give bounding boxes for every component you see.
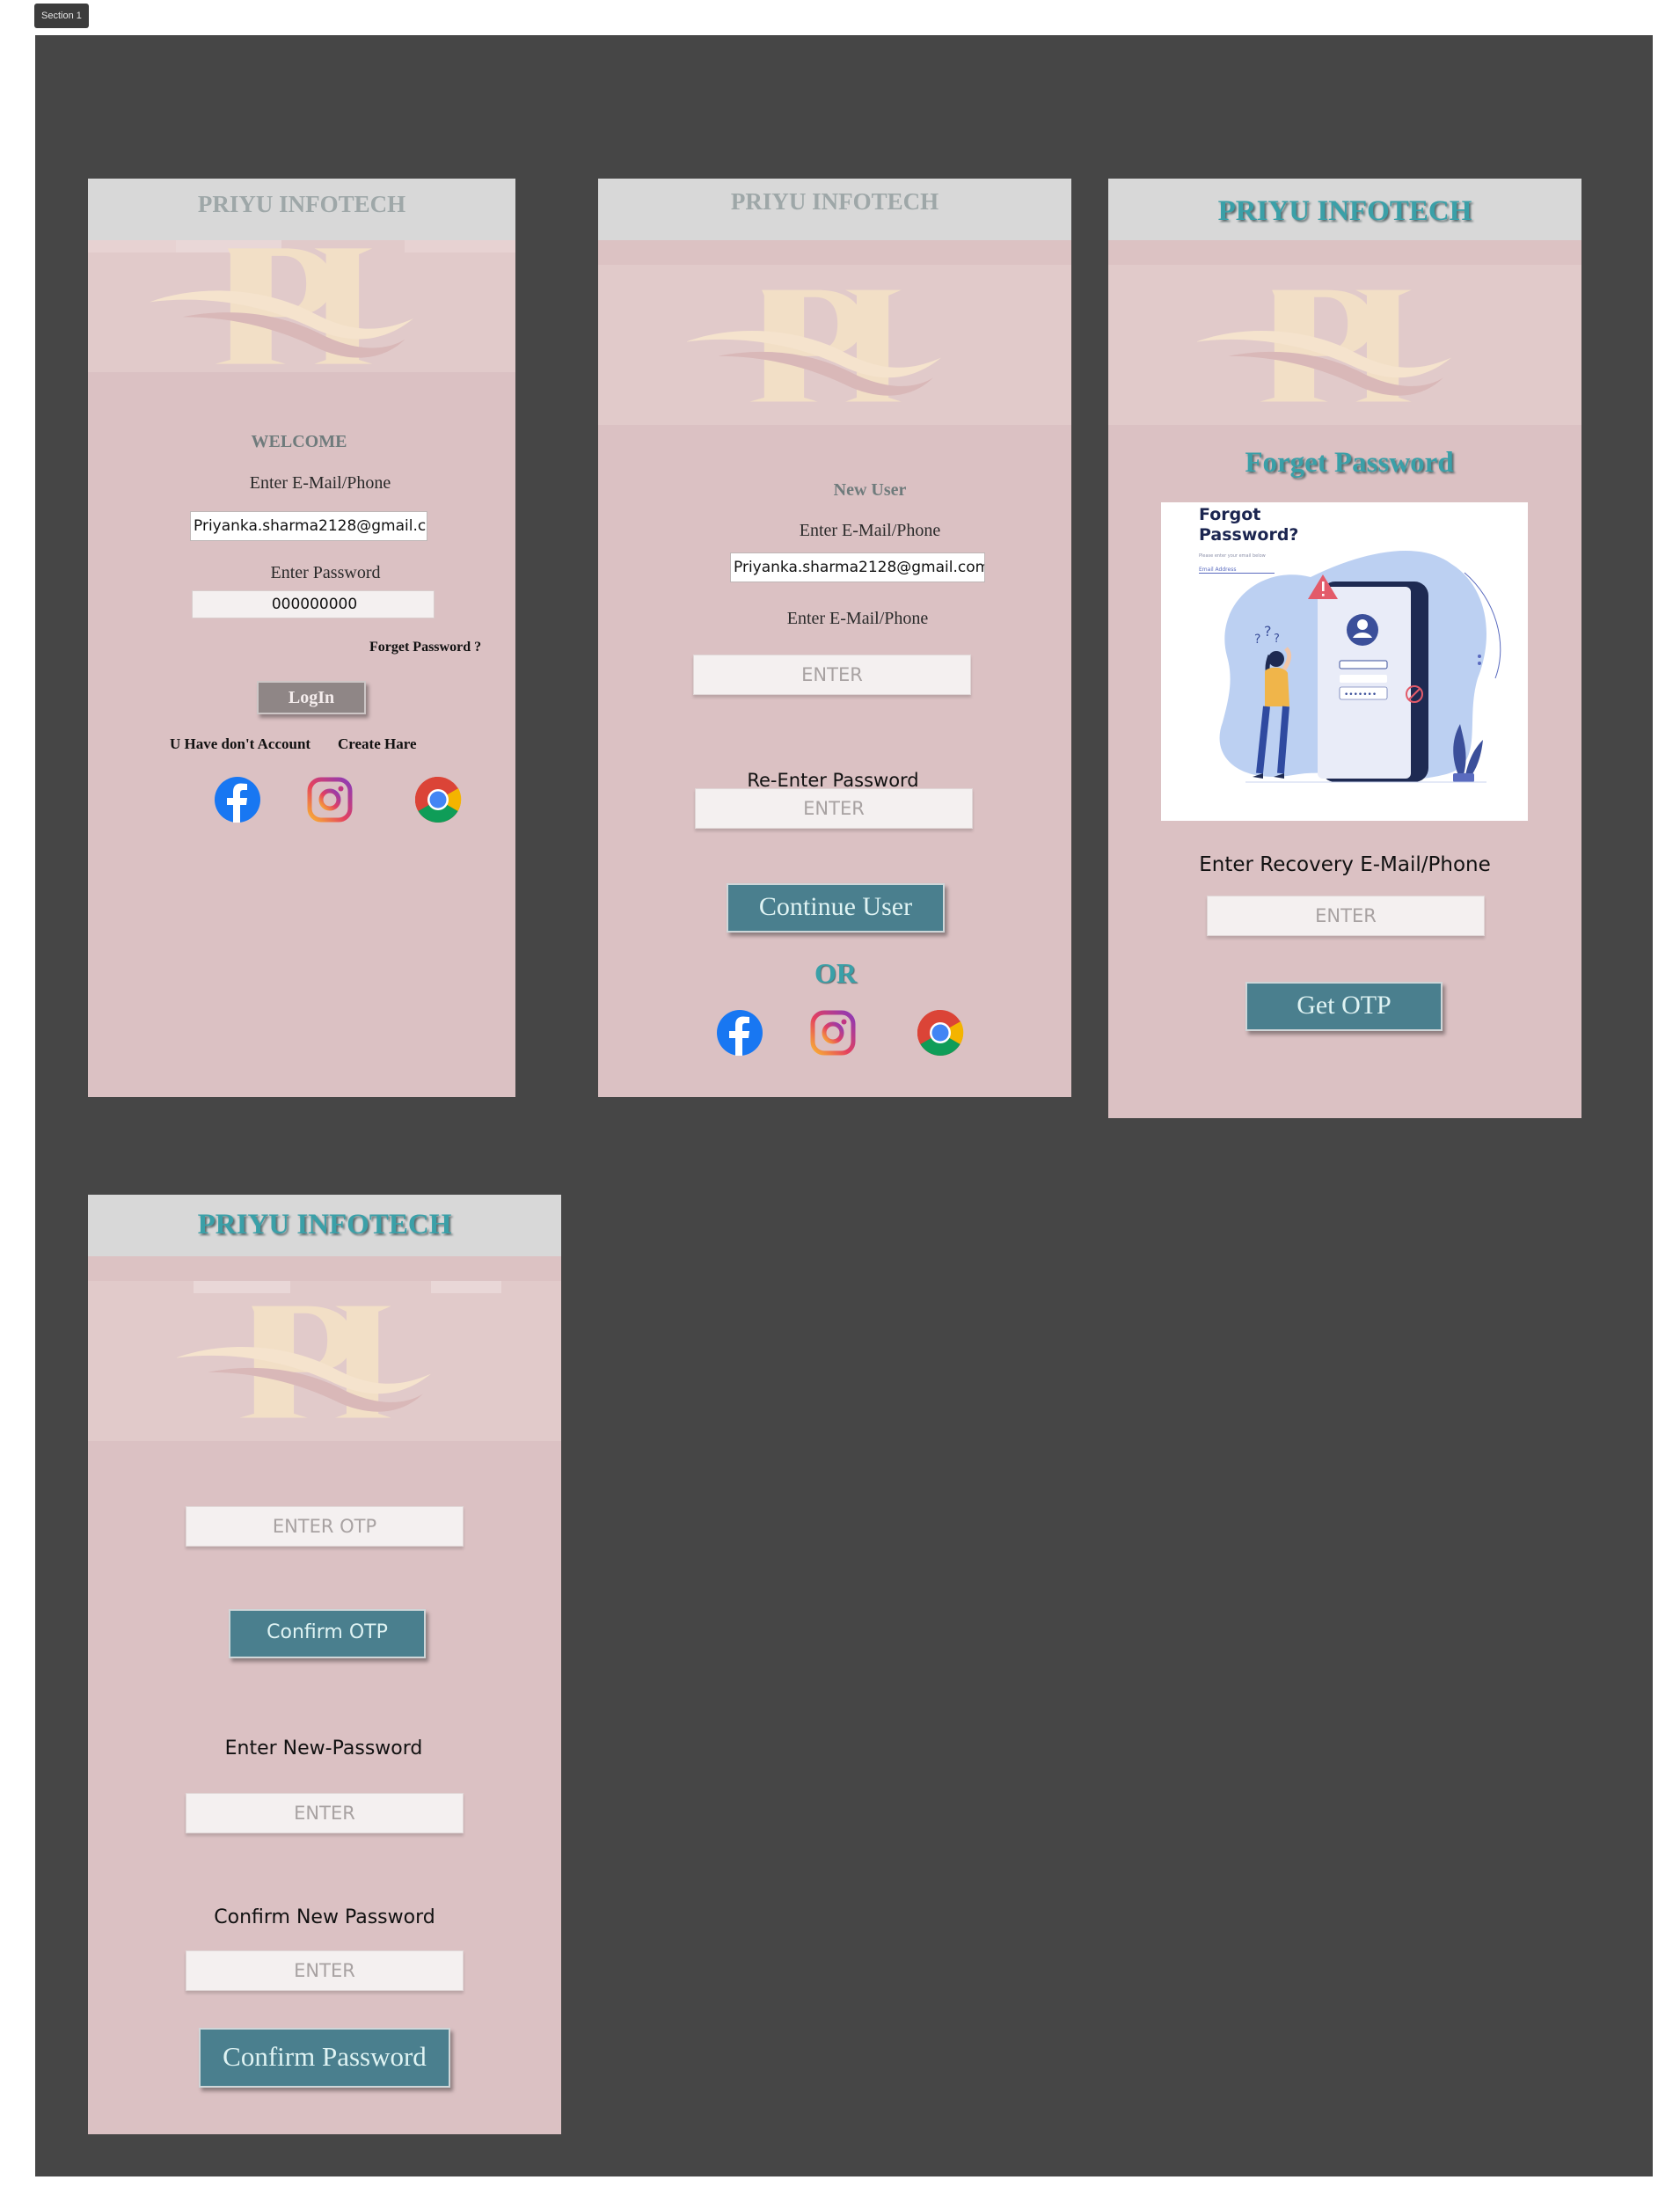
svg-text:?: ? [1274,633,1280,646]
new-password-input[interactable]: ENTER [186,1793,464,1833]
get-otp-button[interactable]: Get OTP [1245,982,1443,1031]
password-input[interactable]: ENTER [693,655,971,695]
facebook-icon[interactable] [214,776,261,823]
confirm-password-label: Confirm New Password [214,1906,435,1928]
logo-banner [598,240,1071,425]
pi-logo [176,1306,431,1418]
email-label: Enter E-Mail/Phone [799,521,941,540]
confirm-password-button[interactable]: Confirm Password [199,2028,450,2088]
password-input[interactable]: 000000000 [192,590,435,618]
recovery-label: Enter Recovery E-Mail/Phone [1199,853,1491,876]
recovery-input[interactable]: ENTER [1207,896,1485,936]
login-screen: PRIYU INFOTECH WELCOME Enter E-Mail/Phon… [88,179,515,1097]
second-email-label: Enter E-Mail/Phone [786,609,929,628]
reenter-password-input[interactable]: ENTER [695,788,973,829]
email-input[interactable]: Priyanka.sharma2128@gmail.com [730,552,985,582]
no-account-text: U Have don't Account [170,735,311,752]
facebook-icon[interactable] [716,1009,763,1057]
logo-banner [88,1256,561,1441]
illustration-art: ••••••• ? ? ? [1219,550,1501,783]
brand-title: PRIYU INFOTECH [88,1195,561,1256]
welcome-heading: WELCOME [251,432,347,451]
brand-title: PRIYU INFOTECH [1108,179,1581,240]
password-label: Enter Password [270,563,381,582]
illustration-password-dots: ••••••• [1344,691,1377,699]
forgot-password-screen: PRIYU INFOTECH Forget Password Forgot Pa… [1108,179,1581,1118]
logo-banner [1108,240,1581,425]
forgot-password-illustration: Forgot Password? Please enter your email… [1161,502,1528,821]
new-password-label: Enter New-Password [224,1737,423,1759]
forget-password-link[interactable]: Forget Password ? [369,640,481,655]
forget-password-heading: Forget Password [1245,447,1454,479]
continue-user-button[interactable]: Continue User [727,883,945,933]
confirm-password-input[interactable]: ENTER [186,1950,464,1991]
svg-text:?: ? [1254,633,1260,647]
new-user-heading: New User [833,480,907,500]
pi-logo [1196,289,1451,402]
pi-logo [686,289,941,402]
instagram-icon[interactable] [809,1009,857,1057]
design-canvas: PRIYU INFOTECH WELCOME Enter E-Mail/Phon… [35,35,1653,2176]
email-label: Enter E-Mail/Phone [249,473,391,493]
logo-banner [88,240,515,372]
email-input[interactable]: Priyanka.sharma2128@gmail.com [190,511,427,541]
pi-logo [150,248,413,364]
signup-screen: PRIYU INFOTECH New User Enter E-Mail/Pho… [598,179,1071,1097]
or-divider: OR [814,957,857,989]
otp-input[interactable]: ENTER OTP [186,1506,464,1547]
login-button[interactable]: LogIn [257,681,366,714]
chrome-icon[interactable] [917,1009,964,1057]
instagram-icon[interactable] [306,776,354,823]
create-account-link[interactable]: Create Hare [338,735,417,753]
confirm-otp-button[interactable]: Confirm OTP [229,1609,426,1658]
svg-text:?: ? [1264,623,1272,640]
brand-title: PRIYU INFOTECH [598,179,1071,240]
brand-title: PRIYU INFOTECH [88,179,515,240]
chrome-icon[interactable] [414,776,462,823]
section-label[interactable]: Section 1 [34,4,89,28]
reset-password-screen: PRIYU INFOTECH ENTER OTP Confirm OTP Ent… [88,1195,561,2134]
